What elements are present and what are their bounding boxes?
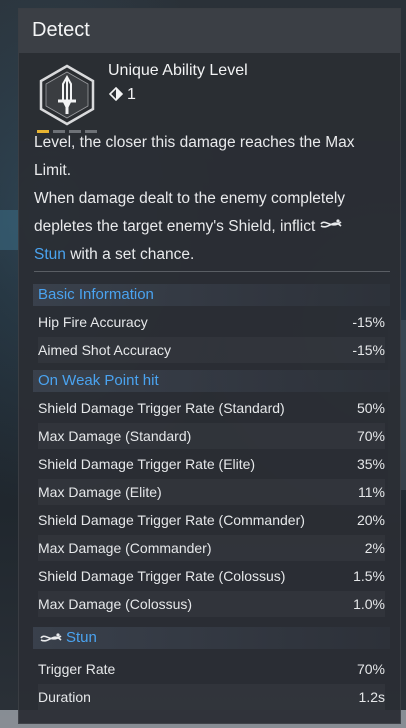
- stat-value: 70%: [356, 428, 385, 444]
- panel-title: Detect: [32, 19, 90, 41]
- stat-row: Shield Damage Trigger Rate (Colossus) 1.…: [38, 563, 385, 589]
- description-text: with a set chance.: [70, 246, 195, 263]
- stat-row: Shield Damage Trigger Rate (Elite) 35%: [38, 451, 385, 477]
- stat-label: Aimed Shot Accuracy: [38, 342, 172, 358]
- description-line: depletes the target enemy's Shield, infl…: [34, 213, 394, 241]
- stat-value: 35%: [356, 456, 385, 472]
- section-title: Basic Information: [38, 286, 154, 303]
- description-line: Stun with a set chance.: [34, 241, 394, 267]
- stat-label: Shield Damage Trigger Rate (Colossus): [38, 568, 286, 584]
- background-light: [0, 210, 20, 250]
- section-title: Stun: [66, 629, 97, 646]
- stat-label: Duration: [38, 689, 91, 705]
- stat-label: Shield Damage Trigger Rate (Commander): [38, 512, 305, 528]
- section-weak-point: On Weak Point hit: [33, 370, 390, 392]
- sword-emblem-icon: [39, 64, 95, 126]
- stat-value: 20%: [356, 512, 385, 528]
- section-stun: Stun: [33, 627, 390, 649]
- stat-row: Shield Damage Trigger Rate (Commander) 2…: [38, 507, 385, 533]
- stat-row: Max Damage (Elite) 11%: [38, 479, 385, 505]
- section-basic-information: Basic Information: [33, 284, 390, 306]
- level-segment: [53, 130, 65, 133]
- stat-value: 1.0%: [353, 596, 385, 612]
- stat-label: Trigger Rate: [38, 661, 116, 677]
- stat-value: 1.2s: [358, 689, 385, 705]
- ability-name: Unique Ability Level: [108, 62, 248, 79]
- stat-value: -15%: [352, 342, 385, 358]
- stat-row: Max Damage (Standard) 70%: [38, 423, 385, 449]
- section-title: On Weak Point hit: [38, 372, 159, 389]
- ability-level: 1: [109, 86, 136, 104]
- stat-label: Shield Damage Trigger Rate (Elite): [38, 456, 256, 472]
- ability-level-value: 1: [127, 86, 136, 103]
- ability-header: Unique Ability Level 1: [19, 53, 400, 141]
- level-segment: [69, 130, 81, 133]
- stat-row: Hip Fire Accuracy -15%: [38, 309, 385, 335]
- title-bar: Detect: [19, 9, 400, 53]
- stat-value: 2%: [364, 540, 385, 556]
- stat-row: Max Damage (Commander) 2%: [38, 535, 385, 561]
- description-line: Level, the closer this damage reaches th…: [34, 135, 355, 151]
- description-text: depletes the target enemy's Shield, infl…: [34, 218, 316, 235]
- description-line: When damage dealt to the enemy completel…: [34, 190, 346, 207]
- stun-link[interactable]: Stun: [34, 246, 66, 263]
- stat-value: 11%: [358, 484, 385, 500]
- ability-description: Level, the closer this damage reaches th…: [34, 135, 394, 267]
- stat-label: Max Damage (Elite): [38, 484, 162, 500]
- stat-label: Shield Damage Trigger Rate (Standard): [38, 400, 285, 416]
- level-segment: [37, 130, 49, 133]
- stat-label: Max Damage (Colossus): [38, 596, 193, 612]
- stat-label: Max Damage (Standard): [38, 428, 192, 444]
- stat-value: 1.5%: [353, 568, 385, 584]
- description-line: Limit.: [34, 162, 72, 179]
- divider: [34, 271, 390, 272]
- level-segment: [85, 130, 97, 133]
- stat-row: Duration 1.2s: [38, 684, 385, 710]
- stun-icon: [40, 633, 62, 642]
- ability-tooltip-panel: Detect Unique Ability Level 1 Level, the…: [18, 8, 401, 724]
- stat-value: 70%: [356, 661, 385, 677]
- stat-row: Aimed Shot Accuracy -15%: [38, 337, 385, 363]
- stat-row: Shield Damage Trigger Rate (Standard) 50…: [38, 395, 385, 421]
- stun-icon: [320, 219, 342, 228]
- level-diamond-icon: [109, 87, 123, 101]
- stat-label: Hip Fire Accuracy: [38, 314, 148, 330]
- stat-label: Max Damage (Commander): [38, 540, 212, 556]
- stat-value: -15%: [352, 314, 385, 330]
- stat-row: Max Damage (Colossus) 1.0%: [38, 591, 385, 617]
- stat-value: 50%: [356, 400, 385, 416]
- stat-row: Trigger Rate 70%: [38, 656, 385, 682]
